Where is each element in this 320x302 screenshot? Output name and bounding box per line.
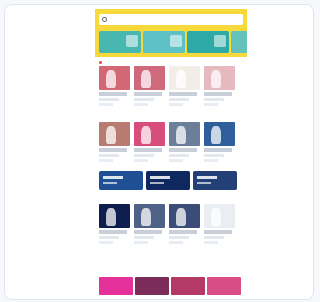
event-subtitle bbox=[169, 236, 190, 239]
event-subtitle bbox=[204, 98, 225, 101]
event-title bbox=[134, 148, 162, 152]
promo-tile[interactable] bbox=[171, 277, 205, 295]
featured-row bbox=[95, 121, 247, 169]
event-image bbox=[134, 204, 165, 228]
promo-row bbox=[95, 169, 247, 195]
event-image bbox=[169, 66, 200, 90]
event-image bbox=[99, 122, 130, 146]
event-subtitle bbox=[99, 154, 120, 157]
event-subtitle bbox=[99, 236, 120, 239]
event-image bbox=[99, 204, 130, 228]
preview-card bbox=[4, 4, 314, 300]
hero-banner[interactable] bbox=[231, 31, 247, 53]
event-image bbox=[99, 66, 130, 90]
search-icon bbox=[102, 17, 107, 22]
event-title bbox=[169, 92, 197, 96]
app-header bbox=[95, 9, 247, 29]
event-card[interactable] bbox=[204, 66, 235, 113]
event-meta bbox=[169, 159, 183, 162]
event-image bbox=[204, 66, 235, 90]
hero-banner[interactable] bbox=[99, 31, 141, 53]
event-meta bbox=[204, 241, 218, 244]
event-meta bbox=[169, 103, 183, 106]
event-subtitle bbox=[99, 98, 120, 101]
event-meta bbox=[99, 241, 113, 244]
search-bar[interactable] bbox=[99, 14, 243, 25]
event-card[interactable] bbox=[169, 122, 200, 169]
event-card[interactable] bbox=[99, 66, 130, 113]
event-image bbox=[169, 122, 200, 146]
event-image bbox=[204, 122, 235, 146]
event-meta bbox=[169, 241, 183, 244]
hero-banner[interactable] bbox=[187, 31, 229, 53]
event-meta bbox=[134, 159, 148, 162]
event-title bbox=[99, 148, 127, 152]
promo-banner[interactable] bbox=[146, 171, 190, 190]
promo-tile[interactable] bbox=[135, 277, 169, 295]
event-subtitle bbox=[169, 154, 190, 157]
event-image bbox=[169, 204, 200, 228]
event-meta bbox=[99, 103, 113, 106]
section-dot-icon bbox=[99, 60, 102, 64]
event-card[interactable] bbox=[99, 122, 130, 169]
event-meta bbox=[134, 103, 148, 106]
event-title bbox=[99, 230, 127, 234]
event-card[interactable] bbox=[204, 204, 235, 251]
promo-banner[interactable] bbox=[193, 171, 237, 190]
event-title bbox=[169, 230, 197, 234]
promo-tile[interactable] bbox=[99, 277, 133, 295]
event-card[interactable] bbox=[169, 66, 200, 113]
promo-tile[interactable] bbox=[207, 277, 241, 295]
event-card[interactable] bbox=[134, 66, 165, 113]
event-image bbox=[204, 204, 235, 228]
bottom-promo-strip bbox=[99, 277, 243, 295]
event-title bbox=[204, 148, 232, 152]
event-card[interactable] bbox=[99, 204, 130, 251]
event-subtitle bbox=[204, 236, 225, 239]
event-card[interactable] bbox=[204, 122, 235, 169]
promo-banner[interactable] bbox=[99, 171, 143, 190]
event-meta bbox=[204, 159, 218, 162]
event-meta bbox=[99, 159, 113, 162]
event-card[interactable] bbox=[169, 204, 200, 251]
section-header bbox=[95, 113, 247, 121]
event-row bbox=[95, 203, 247, 251]
event-title bbox=[169, 148, 197, 152]
event-card[interactable] bbox=[134, 204, 165, 251]
event-card[interactable] bbox=[134, 122, 165, 169]
event-image bbox=[134, 122, 165, 146]
event-subtitle bbox=[134, 154, 155, 157]
event-meta bbox=[134, 241, 148, 244]
event-subtitle bbox=[204, 154, 225, 157]
section-header bbox=[95, 57, 247, 65]
event-image bbox=[134, 66, 165, 90]
ranking-row bbox=[95, 65, 247, 113]
event-title bbox=[99, 92, 127, 96]
hero-banner-carousel[interactable] bbox=[95, 29, 247, 57]
event-subtitle bbox=[169, 98, 190, 101]
event-title bbox=[204, 92, 232, 96]
event-title bbox=[204, 230, 232, 234]
event-title bbox=[134, 230, 162, 234]
section-header bbox=[95, 195, 247, 203]
mobile-app-screen bbox=[95, 9, 247, 299]
hero-banner[interactable] bbox=[143, 31, 185, 53]
event-subtitle bbox=[134, 236, 155, 239]
event-meta bbox=[204, 103, 218, 106]
event-subtitle bbox=[134, 98, 155, 101]
event-title bbox=[134, 92, 162, 96]
